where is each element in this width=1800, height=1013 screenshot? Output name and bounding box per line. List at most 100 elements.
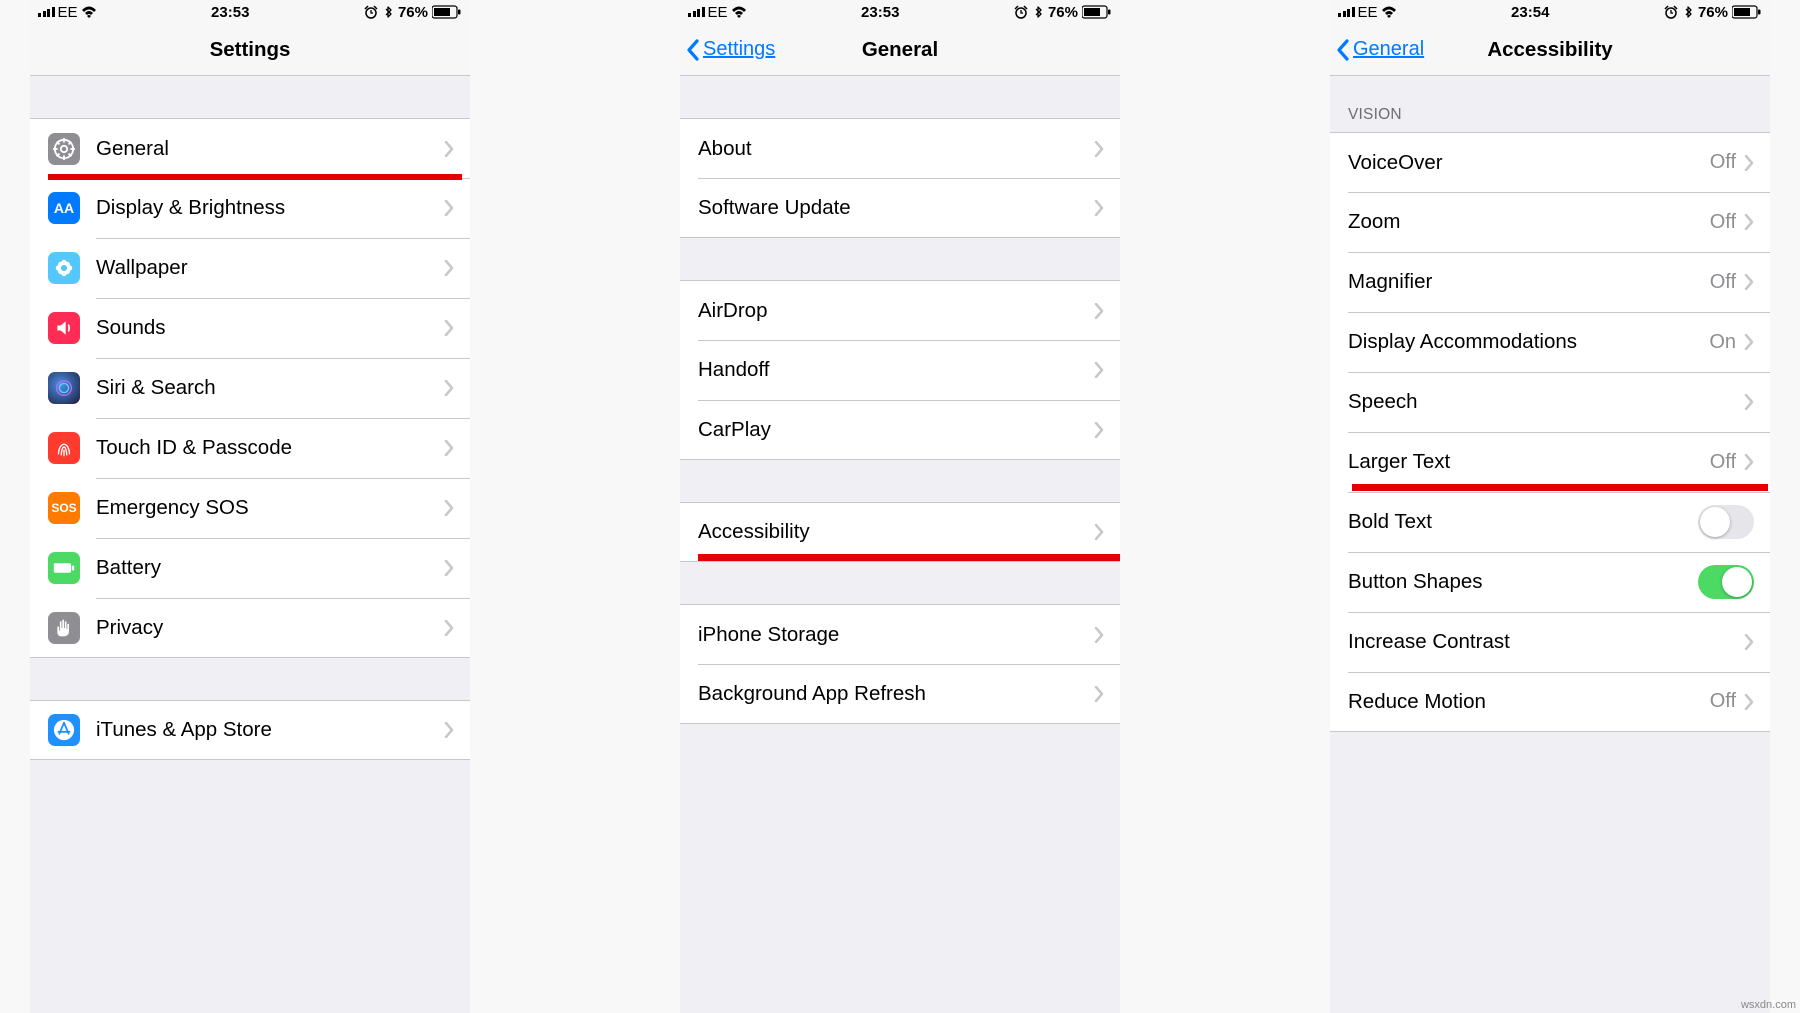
toggle-bold-text[interactable]: [1698, 505, 1754, 539]
carrier-label: EE: [58, 4, 78, 21]
row-itunes-appstore[interactable]: iTunes & App Store: [30, 700, 470, 760]
chevron-right-icon: [1094, 200, 1104, 216]
row-touchid-passcode[interactable]: Touch ID & Passcode: [30, 418, 470, 478]
chevron-right-icon: [1744, 214, 1754, 230]
back-button[interactable]: General: [1330, 38, 1424, 61]
chevron-right-icon: [1744, 634, 1754, 650]
back-label: Settings: [703, 38, 775, 61]
chevron-right-icon: [444, 560, 454, 576]
watermark: wsxdn.com: [1741, 999, 1796, 1011]
general-group-1: About Software Update: [680, 118, 1120, 238]
battery-icon: [432, 5, 462, 19]
appstore-icon: [48, 714, 80, 746]
row-sounds[interactable]: Sounds: [30, 298, 470, 358]
chevron-right-icon: [1744, 694, 1754, 710]
settings-group-main: General AA Display & Brightness Wallpape…: [30, 118, 470, 658]
chevron-right-icon: [444, 380, 454, 396]
chevron-right-icon: [1744, 394, 1754, 410]
chevron-right-icon: [444, 440, 454, 456]
row-carplay[interactable]: CarPlay: [680, 400, 1120, 460]
row-label: Zoom: [1348, 210, 1710, 234]
row-label: Accessibility: [698, 520, 1094, 544]
row-display-brightness[interactable]: AA Display & Brightness: [30, 178, 470, 238]
status-time: 23:54: [1511, 4, 1549, 21]
row-label: Background App Refresh: [698, 682, 1094, 706]
general-group-3: Accessibility: [680, 502, 1120, 562]
chevron-right-icon: [1094, 141, 1104, 157]
row-bold-text[interactable]: Bold Text: [1330, 492, 1770, 552]
row-wallpaper[interactable]: Wallpaper: [30, 238, 470, 298]
row-reduce-motion[interactable]: Reduce MotionOff: [1330, 672, 1770, 732]
row-handoff[interactable]: Handoff: [680, 340, 1120, 400]
row-label: CarPlay: [698, 418, 1094, 442]
chevron-left-icon: [686, 39, 700, 61]
battery-percent: 76%: [398, 4, 428, 21]
row-label: Magnifier: [1348, 270, 1710, 294]
row-emergency-sos[interactable]: SOS Emergency SOS: [30, 478, 470, 538]
battery-icon: [1082, 5, 1112, 19]
chevron-right-icon: [444, 260, 454, 276]
highlight: [48, 174, 462, 180]
signal-icon: [38, 7, 55, 17]
row-label: iPhone Storage: [698, 623, 1094, 647]
highlight: [1352, 484, 1768, 491]
row-label: Wallpaper: [96, 256, 444, 280]
row-about[interactable]: About: [680, 118, 1120, 178]
aa-icon: AA: [48, 192, 80, 224]
row-software-update[interactable]: Software Update: [680, 178, 1120, 238]
row-background-app-refresh[interactable]: Background App Refresh: [680, 664, 1120, 724]
section-header-vision: VISION: [1330, 76, 1770, 132]
highlight: [698, 554, 1120, 561]
row-zoom[interactable]: ZoomOff: [1330, 192, 1770, 252]
row-label: Battery: [96, 556, 444, 580]
row-display-accommodations[interactable]: Display AccommodationsOn: [1330, 312, 1770, 372]
chevron-right-icon: [1744, 334, 1754, 350]
row-larger-text[interactable]: Larger TextOff: [1330, 432, 1770, 492]
toggle-button-shapes[interactable]: [1698, 565, 1754, 599]
chevron-right-icon: [1744, 274, 1754, 290]
nav-bar: Settings General: [680, 24, 1120, 76]
row-iphone-storage[interactable]: iPhone Storage: [680, 604, 1120, 664]
signal-icon: [1338, 7, 1355, 17]
nav-bar: Settings: [30, 24, 470, 76]
chevron-right-icon: [1744, 454, 1754, 470]
bluetooth-icon: [1682, 6, 1694, 18]
row-increase-contrast[interactable]: Increase Contrast: [1330, 612, 1770, 672]
row-label: Display Accommodations: [1348, 330, 1709, 354]
phone-accessibility: EE 23:54 76% General Accessibility VISIO…: [1330, 0, 1770, 1013]
chevron-right-icon: [1094, 362, 1104, 378]
row-speech[interactable]: Speech: [1330, 372, 1770, 432]
back-label: General: [1353, 38, 1424, 61]
row-privacy[interactable]: Privacy: [30, 598, 470, 658]
row-button-shapes[interactable]: Button Shapes: [1330, 552, 1770, 612]
row-label: About: [698, 137, 1094, 161]
sos-icon: SOS: [48, 492, 80, 524]
bluetooth-icon: [1032, 6, 1044, 18]
row-siri-search[interactable]: Siri & Search: [30, 358, 470, 418]
wifi-icon: [81, 6, 97, 18]
back-button[interactable]: Settings: [680, 38, 775, 61]
speaker-icon: [48, 312, 80, 344]
alarm-icon: [364, 5, 378, 19]
row-label: Sounds: [96, 316, 444, 340]
row-battery[interactable]: Battery: [30, 538, 470, 598]
row-label: Speech: [1348, 390, 1744, 414]
row-label: Emergency SOS: [96, 496, 444, 520]
alarm-icon: [1664, 5, 1678, 19]
chevron-left-icon: [1336, 39, 1350, 61]
row-label: Larger Text: [1348, 450, 1710, 474]
row-label: Increase Contrast: [1348, 630, 1744, 654]
row-label: Privacy: [96, 616, 444, 640]
row-magnifier[interactable]: MagnifierOff: [1330, 252, 1770, 312]
row-label: Handoff: [698, 358, 1094, 382]
chevron-right-icon: [1094, 686, 1104, 702]
chevron-right-icon: [1094, 627, 1104, 643]
row-airdrop[interactable]: AirDrop: [680, 280, 1120, 340]
battery-percent: 76%: [1048, 4, 1078, 21]
row-accessibility[interactable]: Accessibility: [680, 502, 1120, 562]
accessibility-group-vision: VoiceOverOff ZoomOff MagnifierOff Displa…: [1330, 132, 1770, 732]
row-voiceover[interactable]: VoiceOverOff: [1330, 132, 1770, 192]
row-general[interactable]: General: [30, 118, 470, 178]
chevron-right-icon: [444, 722, 454, 738]
phone-settings: EE 23:53 76% Settings General AA Display…: [30, 0, 470, 1013]
